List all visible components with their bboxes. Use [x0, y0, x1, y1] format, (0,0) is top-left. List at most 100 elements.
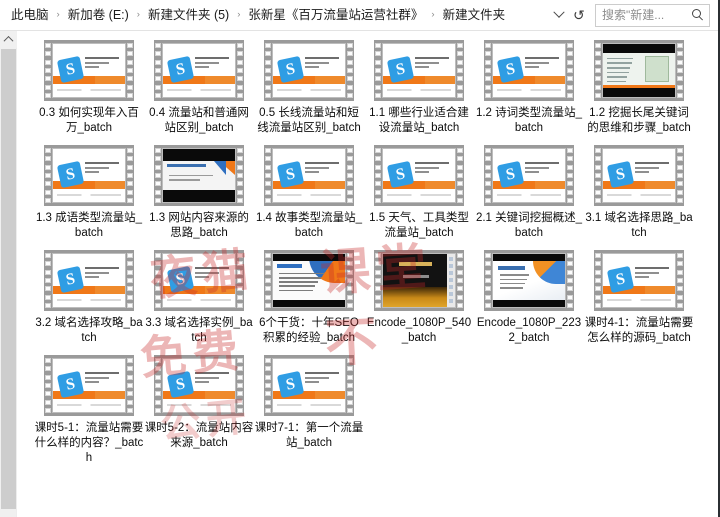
file-item[interactable]: 1.3 网站内容来源的思路_batch: [144, 144, 254, 241]
film-sprocket-holes-left: [265, 43, 271, 98]
file-name-label: 2.1 关键词挖掘概述_batch: [475, 212, 583, 239]
film-sprocket-holes-left: [485, 253, 491, 308]
file-item[interactable]: S 0.3 如何实现年入百万_batch: [34, 39, 144, 136]
file-item[interactable]: S 0.4 流量站和普通网站区别_batch: [144, 39, 254, 136]
file-name-label: 1.4 故事类型流量站_batch: [255, 212, 363, 239]
file-item[interactable]: S 0.5 长线流量站和短线流量站区别_batch: [254, 39, 364, 136]
film-sprocket-holes-left: [375, 253, 381, 308]
slide-body: [603, 53, 675, 88]
file-thumbnail[interactable]: S: [373, 39, 465, 102]
corner-swoosh-shape: [533, 260, 565, 284]
file-item[interactable]: S 1.2 诗词类型流量站_batch: [474, 39, 584, 136]
file-item[interactable]: S 课时5-2：流量站内容来源_batch: [144, 354, 254, 466]
film-sprocket-holes-left: [45, 358, 51, 413]
refresh-button[interactable]: ↻: [569, 4, 589, 26]
film-sprocket-holes-right: [457, 43, 463, 98]
file-thumbnail[interactable]: [373, 249, 465, 312]
file-item[interactable]: S 1.4 故事类型流量站_batch: [254, 144, 364, 241]
sogou-logo-icon: S: [386, 160, 414, 188]
file-name-label: 3.2 域名选择攻略_batch: [35, 317, 143, 344]
slide-title-lines: [415, 161, 449, 176]
file-name-label: Encode_1080P_2232_batch: [476, 317, 582, 344]
film-sprocket-holes-right: [347, 253, 353, 308]
file-item[interactable]: 1.2 挖掘长尾关键词的思维和步骤_batch: [584, 39, 694, 136]
file-item[interactable]: S 3.1 域名选择思路_batch: [584, 144, 694, 241]
file-thumbnail[interactable]: S: [43, 39, 135, 102]
file-item[interactable]: S 课时4-1：流量站需要怎么样的源码_batch: [584, 249, 694, 346]
film-strip-icon: S: [154, 40, 244, 101]
file-item[interactable]: S 课时5-1：流量站需要什么样的内容？_batch: [34, 354, 144, 466]
letterbox-bar-top: [603, 44, 675, 53]
file-thumbnail[interactable]: S: [483, 144, 575, 207]
slide-title-lines: [195, 371, 229, 386]
file-name-label: 1.2 诗词类型流量站_batch: [475, 107, 583, 134]
sogou-logo-icon: S: [166, 265, 194, 293]
file-name-label: 0.5 长线流量站和短线流量站区别_batch: [257, 107, 361, 134]
sogou-logo-icon: S: [166, 370, 194, 398]
sogou-logo-icon: S: [276, 370, 304, 398]
file-thumbnail[interactable]: S: [43, 144, 135, 207]
file-thumbnail[interactable]: S: [263, 354, 355, 417]
film-sprocket-holes-right: [567, 253, 573, 308]
breadcrumb-item-0[interactable]: 此电脑: [9, 5, 51, 25]
file-name-label: 1.5 天气、工具类型流量站_batch: [369, 212, 469, 239]
slide-title-lines: [635, 266, 669, 281]
slide-footer-line: [57, 403, 121, 406]
slide-footer-line: [167, 403, 231, 406]
file-thumbnail[interactable]: S: [593, 144, 685, 207]
file-thumbnail[interactable]: S: [153, 39, 245, 102]
letterbox-bar-top: [163, 149, 235, 161]
file-item[interactable]: S 课时7-1：第一个流量站_batch: [254, 354, 364, 466]
film-strip-icon: S: [484, 145, 574, 206]
file-item[interactable]: S 3.2 域名选择攻略_batch: [34, 249, 144, 346]
scroll-up-button[interactable]: [0, 31, 17, 48]
file-name-label: 1.3 网站内容来源的思路_batch: [149, 212, 249, 239]
file-item[interactable]: S 1.1 哪些行业适合建设流量站_batch: [364, 39, 474, 136]
file-item[interactable]: S 1.3 成语类型流量站_batch: [34, 144, 144, 241]
slide-thumbnail-default: S: [162, 253, 236, 308]
file-thumbnail[interactable]: S: [153, 249, 245, 312]
file-thumbnail[interactable]: [483, 249, 575, 312]
film-sprocket-holes-left: [375, 43, 381, 98]
file-item[interactable]: S 2.1 关键词挖掘概述_batch: [474, 144, 584, 241]
slide-footer-line: [387, 193, 451, 196]
file-item[interactable]: S 3.3 域名选择实例_batch: [144, 249, 254, 346]
breadcrumb-item-2[interactable]: 新建文件夹 (5): [146, 5, 231, 25]
file-item[interactable]: Encode_1080P_2232_batch: [474, 249, 584, 346]
file-thumbnail[interactable]: S: [373, 144, 465, 207]
file-thumbnail[interactable]: S: [153, 354, 245, 417]
breadcrumb-item-3[interactable]: 张新星《百万流量站运营社群》: [246, 5, 425, 25]
file-thumbnail[interactable]: [153, 144, 245, 207]
search-input[interactable]: 搜索"新建...: [595, 3, 710, 27]
slide-text-line: [500, 282, 525, 285]
slide-text-line: [279, 277, 322, 279]
slide-text-line: [279, 281, 319, 283]
file-thumbnail[interactable]: S: [43, 249, 135, 312]
film-strip-icon: S: [594, 145, 684, 206]
slide-header-line: [498, 266, 526, 270]
slide-text-line: [279, 272, 325, 275]
file-item[interactable]: Encode_1080P_540_batch: [364, 249, 474, 346]
file-thumbnail[interactable]: S: [43, 354, 135, 417]
file-thumbnail[interactable]: S: [593, 249, 685, 312]
scrollbar-thumb[interactable]: [1, 49, 16, 509]
file-thumbnail[interactable]: [593, 39, 685, 102]
file-thumbnail[interactable]: S: [263, 144, 355, 207]
vertical-scrollbar[interactable]: [0, 31, 17, 517]
file-thumbnail[interactable]: [263, 249, 355, 312]
address-history-dropdown-button[interactable]: [549, 4, 569, 26]
file-item[interactable]: S 1.5 天气、工具类型流量站_batch: [364, 144, 474, 241]
breadcrumb-item-4[interactable]: 新建文件夹: [441, 5, 508, 25]
film-sprocket-holes-right: [237, 253, 243, 308]
breadcrumb[interactable]: 此电脑 › 新加卷 (E:) › 新建文件夹 (5) › 张新星《百万流量站运营社群》 › 新建…: [0, 3, 549, 27]
file-name-label: 课时5-1：流量站需要什么样的内容？_batch: [34, 422, 144, 464]
breadcrumb-item-1[interactable]: 新加卷 (E:): [66, 5, 131, 25]
file-list-view[interactable]: S 0.3 如何实现年入百万_batch S 0.4 流量站和普通网站区别_batch…: [18, 31, 718, 517]
file-thumbnail[interactable]: S: [263, 39, 355, 102]
slide-text-line: [607, 67, 631, 69]
slide-text-line: [500, 287, 523, 289]
chevron-down-icon: [555, 11, 563, 19]
file-item[interactable]: 6个干货：十年SEO积累的经验_batch: [254, 249, 364, 346]
film-sprocket-holes-right: [237, 148, 243, 203]
file-thumbnail[interactable]: S: [483, 39, 575, 102]
